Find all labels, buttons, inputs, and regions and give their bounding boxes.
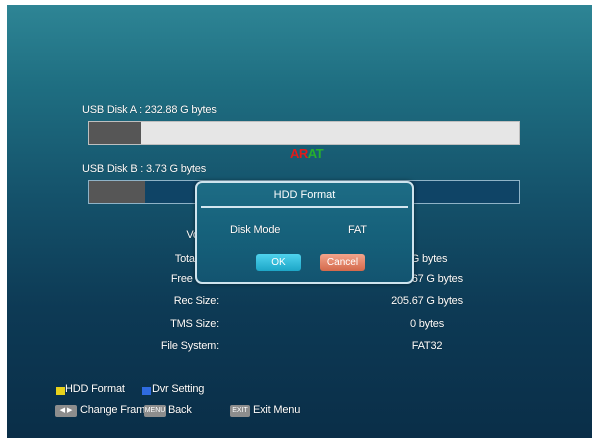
free-size-label: Free Size: <box>170 273 219 285</box>
tv-screen: USB Disk A : 232.88 G bytes ARAT USB Dis… <box>7 5 592 438</box>
exit-menu-hint: Exit Menu <box>253 404 301 416</box>
disk-a-usage-bar <box>88 121 520 145</box>
volume-label: Volu <box>15 229 207 241</box>
disk-mode-label: Disk Mode <box>230 224 281 236</box>
yellow-key-icon <box>56 387 65 395</box>
file-system-label: File System: <box>160 340 219 352</box>
dialog-title: HDD Format <box>273 189 336 201</box>
disk-mode-value[interactable]: FAT <box>348 224 367 236</box>
dialog-divider <box>201 206 408 208</box>
ok-button[interactable]: OK <box>256 254 301 271</box>
cancel-button[interactable]: Cancel <box>320 254 365 271</box>
at-marker: AT <box>307 146 324 161</box>
ar-marker: AR <box>290 146 308 161</box>
disk-b-label: USB Disk B : 3.73 G bytes <box>82 163 206 175</box>
left-right-arrow-key-icon: ◀ ▶ <box>55 405 77 417</box>
menu-key-icon: MENU <box>144 405 166 417</box>
total-size-label: Total S <box>174 253 207 265</box>
rec-size-label: Rec Size: <box>173 295 219 307</box>
disk-a-usage-fill <box>89 122 141 144</box>
disk-a-label: USB Disk A : 232.88 G bytes <box>82 104 217 116</box>
blue-key-icon <box>142 387 151 395</box>
tms-size-value: 0 bytes <box>409 318 445 330</box>
change-frame-hint: Change Fram <box>80 404 146 416</box>
exit-key-icon: EXIT <box>230 405 250 417</box>
file-system-value: FAT32 <box>411 340 443 352</box>
rec-size-value: 205.67 G bytes <box>391 295 463 307</box>
ar-at-indicator: ARAT <box>290 146 324 161</box>
hdd-format-hint: HDD Format <box>65 383 125 395</box>
disk-b-usage-fill <box>89 181 145 203</box>
back-hint: Back <box>168 404 192 416</box>
dvr-setting-hint: Dvr Setting <box>152 383 205 395</box>
tms-size-label: TMS Size: <box>170 318 219 330</box>
hdd-format-dialog: HDD Format Disk Mode FAT OK Cancel <box>195 181 414 284</box>
